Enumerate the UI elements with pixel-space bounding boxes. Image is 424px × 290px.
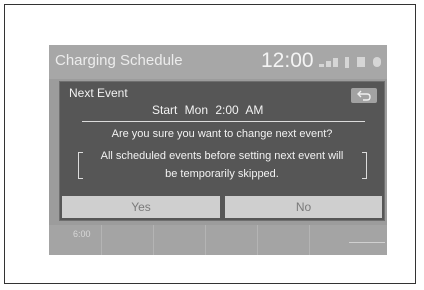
grid-line bbox=[257, 225, 258, 255]
signal-icon bbox=[333, 58, 338, 67]
grid-line bbox=[309, 225, 310, 255]
schedule-grid: 6:00 bbox=[49, 225, 387, 255]
screen-title: Charging Schedule bbox=[55, 52, 183, 69]
figure-frame: Charging Schedule 12:00 Next Event Start… bbox=[4, 4, 416, 284]
bluetooth-icon bbox=[345, 57, 349, 68]
back-button[interactable] bbox=[351, 88, 377, 103]
note-line-1: All scheduled events before setting next… bbox=[100, 150, 344, 162]
status-icons bbox=[315, 56, 385, 70]
no-button[interactable]: No bbox=[225, 196, 382, 218]
schedule-time-label: 6:00 bbox=[73, 229, 91, 239]
battery-icon bbox=[357, 57, 365, 67]
note-line-2: be temporarily skipped. bbox=[165, 168, 279, 180]
settings-icon bbox=[373, 57, 381, 67]
signal-icon bbox=[326, 61, 331, 67]
yes-button[interactable]: Yes bbox=[62, 196, 220, 218]
next-event-dialog: Next Event Start Mon 2:00 AM Are you sur… bbox=[59, 81, 385, 221]
back-arrow-icon bbox=[357, 90, 371, 101]
divider bbox=[82, 121, 365, 122]
dialog-title: Next Event bbox=[69, 86, 128, 100]
display-screen: Charging Schedule 12:00 Next Event Start… bbox=[49, 45, 387, 255]
signal-icon bbox=[319, 64, 324, 67]
grid-line bbox=[153, 225, 154, 255]
status-bar: Charging Schedule 12:00 bbox=[49, 45, 387, 79]
confirm-question: Are you sure you want to change next eve… bbox=[111, 128, 333, 140]
start-time-line: Start Mon 2:00 AM bbox=[152, 103, 264, 117]
schedule-bar bbox=[349, 242, 385, 243]
grid-line bbox=[101, 225, 102, 255]
clock: 12:00 bbox=[261, 49, 314, 72]
grid-line bbox=[205, 225, 206, 255]
